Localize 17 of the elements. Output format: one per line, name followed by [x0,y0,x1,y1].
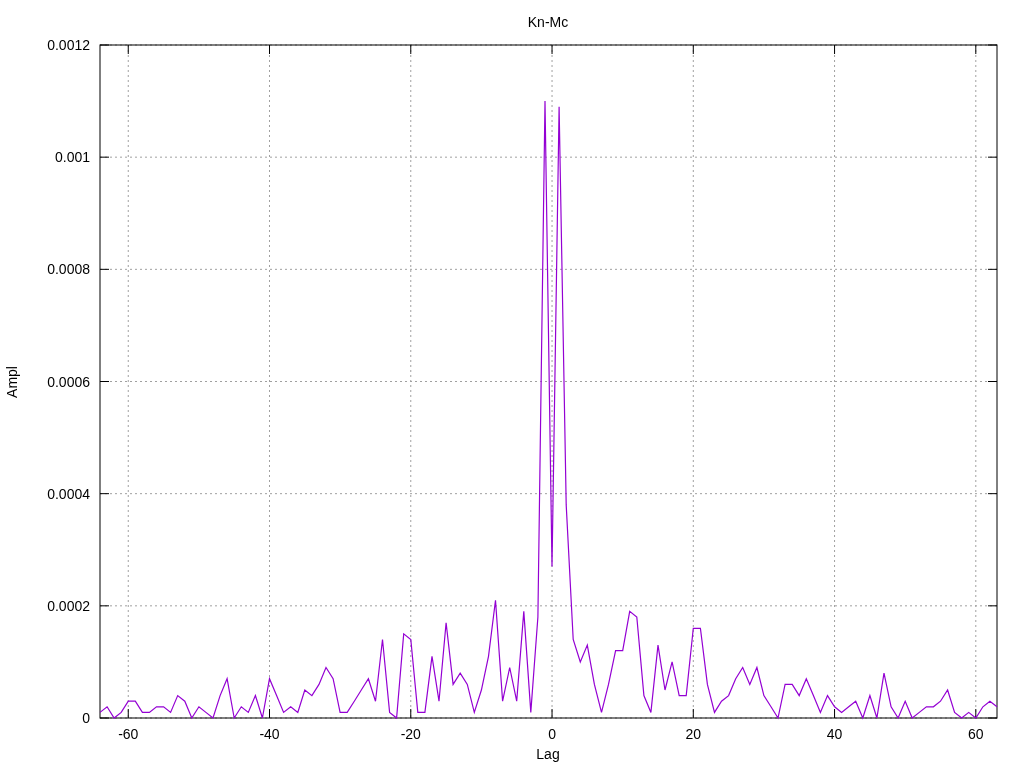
tick-label: -60 [118,726,139,742]
axis-label: Lag [536,746,560,762]
tick-label: 0.001 [54,149,90,166]
axis-label: Ampl [4,366,20,398]
tick-label: -40 [259,726,280,742]
tick-label: 60 [968,726,984,742]
tick-label: 0 [82,710,90,726]
tick-label: 0 [548,726,556,742]
tick-label: 0.0002 [47,597,90,614]
tick-label: -20 [400,726,421,742]
tick-label: 0.0008 [47,261,90,278]
tick-label: 0.0006 [47,373,90,390]
tick-label: 40 [826,726,843,742]
chart-title: Kn-Mc [527,14,569,30]
tick-label: 0.0004 [47,485,90,502]
tick-label: 20 [685,726,702,742]
tick-label: 0.0012 [47,37,90,53]
